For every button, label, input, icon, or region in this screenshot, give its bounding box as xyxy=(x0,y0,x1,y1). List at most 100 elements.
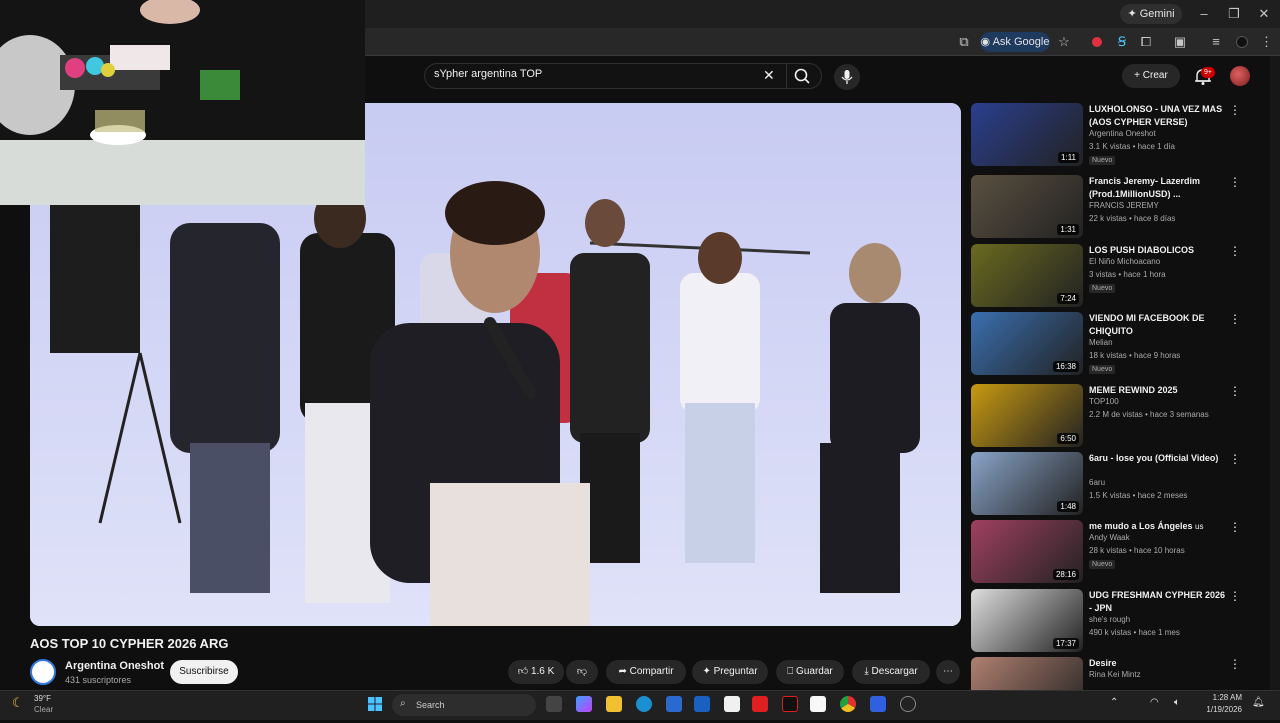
recommendation-channel[interactable]: FRANCIS JEREMY xyxy=(1089,201,1159,210)
wifi-icon[interactable]: ◠ xyxy=(1150,697,1159,708)
clear-search-icon[interactable]: ✕ xyxy=(763,67,777,83)
reading-list-icon[interactable]: ≡ xyxy=(1208,32,1224,52)
recommendation-channel[interactable]: 6aru xyxy=(1089,478,1105,487)
create-label: Crear xyxy=(1142,70,1168,81)
more-vertical-icon[interactable]: ⋮ xyxy=(1229,520,1241,534)
youtube-app-icon[interactable] xyxy=(752,696,768,712)
outlook-icon[interactable] xyxy=(694,696,710,712)
profile-avatar-icon[interactable] xyxy=(1236,36,1248,48)
share-button[interactable]: ➦ Compartir xyxy=(606,660,686,684)
video-thumbnail[interactable]: 1:48 xyxy=(971,452,1083,515)
duration-badge: 7:24 xyxy=(1057,293,1079,304)
recommendation-item[interactable]: 1:11 LUXHOLONSO - UNA VEZ MAS (AOS CYPHER… xyxy=(971,103,1271,169)
video-thumbnail[interactable]: 1:31 xyxy=(971,175,1083,238)
search-icon xyxy=(794,68,810,84)
like-button[interactable]: 👍︎ 1.6 K xyxy=(508,660,564,684)
recommendation-title[interactable]: LUXHOLONSO - UNA VEZ MAS (AOS CYPHER VER… xyxy=(1089,103,1229,129)
save-button[interactable]: ⎕ Guardar xyxy=(776,660,844,684)
close-window-icon[interactable]: ✕ xyxy=(1256,4,1272,24)
app-icon-round[interactable] xyxy=(900,696,916,712)
recommendation-channel[interactable]: Andy Waak xyxy=(1089,533,1130,542)
recommendation-title[interactable]: Francis Jeremy- Lazerdim (Prod.1MillionU… xyxy=(1089,175,1229,201)
video-thumbnail[interactable]: 7:24 xyxy=(971,244,1083,307)
recommendation-channel[interactable]: TOP100 xyxy=(1089,397,1119,406)
chrome-icon[interactable] xyxy=(840,696,856,712)
windows-start-icon[interactable] xyxy=(368,697,382,711)
more-vertical-icon[interactable]: ⋮ xyxy=(1229,175,1241,189)
recommendation-title[interactable]: VIENDO MI FACEBOOK DE CHIQUITO xyxy=(1089,312,1229,338)
clock-time[interactable]: 1:28 AM xyxy=(1208,693,1242,702)
video-thumbnail[interactable]: 28:16 xyxy=(971,520,1083,583)
recommendation-title[interactable]: Desire xyxy=(1089,657,1229,670)
channel-avatar[interactable] xyxy=(30,659,56,685)
roblox-icon[interactable] xyxy=(724,696,740,712)
recommendation-title[interactable]: 6aru - lose you (Official Video) xyxy=(1089,452,1229,465)
recommendation-channel[interactable]: Argentina Oneshot xyxy=(1089,129,1156,138)
more-vertical-icon[interactable]: ⋮ xyxy=(1229,657,1241,671)
download-button[interactable]: ⤓ Descargar xyxy=(852,660,930,684)
weather-temp[interactable]: 39°F xyxy=(34,694,51,703)
file-explorer-icon[interactable] xyxy=(606,696,622,712)
recommendation-item[interactable]: 28:16 me mudo a Los Ángeles us Andy Waak 28… xyxy=(971,520,1271,586)
volume-icon[interactable]: 🔈︎ xyxy=(1174,697,1180,708)
netflix-icon[interactable] xyxy=(782,696,798,712)
recommendation-channel[interactable]: she's rough xyxy=(1089,615,1130,624)
browser-menu-icon[interactable]: ⋮ xyxy=(1260,32,1273,52)
recommendation-title[interactable]: me mudo a Los Ángeles us xyxy=(1089,520,1229,533)
recommendation-channel[interactable]: El Niño Michoacano xyxy=(1089,257,1160,266)
copilot-icon[interactable] xyxy=(576,696,592,712)
search-button[interactable] xyxy=(786,63,822,89)
maximize-icon[interactable]: ❐ xyxy=(1226,4,1242,24)
more-vertical-icon[interactable]: ⋮ xyxy=(1229,384,1241,398)
amazon-icon[interactable] xyxy=(810,696,826,712)
recommendation-title[interactable]: LOS PUSH DIABOLICOS xyxy=(1089,244,1229,257)
recommendation-title[interactable]: MEME REWIND 2025 xyxy=(1089,384,1229,397)
task-view-icon[interactable] xyxy=(546,696,562,712)
more-vertical-icon[interactable]: ⋮ xyxy=(1229,452,1241,466)
extension-record-icon[interactable] xyxy=(1092,37,1102,47)
recommendation-item[interactable]: 17:37 UDG FRESHMAN CYPHER 2026 - JPN she's… xyxy=(971,589,1271,655)
duration-badge: 1:11 xyxy=(1058,152,1079,163)
recommendation-item[interactable]: 7:24 LOS PUSH DIABOLICOS El Niño Michoacan… xyxy=(971,244,1271,310)
notification-bell-icon[interactable]: 🔔︎ xyxy=(1252,697,1265,708)
create-button[interactable]: + Crear xyxy=(1122,64,1180,88)
store-icon[interactable] xyxy=(666,696,682,712)
video-thumbnail[interactable]: 16:38 xyxy=(971,312,1083,375)
voice-search-button[interactable] xyxy=(834,64,860,90)
recommendation-item[interactable]: 1:48 6aru - lose you (Official Video) 6aru… xyxy=(971,452,1271,518)
video-thumbnail[interactable]: 6:50 xyxy=(971,384,1083,447)
ask-button[interactable]: ✦ Preguntar xyxy=(692,660,768,684)
more-actions-button[interactable]: ⋯ xyxy=(936,660,960,684)
recommendation-item[interactable]: 16:38 VIENDO MI FACEBOOK DE CHIQUITO Melia… xyxy=(971,312,1271,378)
more-vertical-icon[interactable]: ⋮ xyxy=(1229,103,1241,117)
recommendation-title-text: LUXHOLONSO - UNA VEZ MAS (AOS CYPHER VER… xyxy=(1089,104,1223,127)
taskbar-search[interactable]: ⌕ Search xyxy=(392,694,536,716)
page-scrollbar[interactable] xyxy=(1270,56,1280,690)
more-vertical-icon[interactable]: ⋮ xyxy=(1229,312,1241,326)
gemini-button[interactable]: ✦ Gemini xyxy=(1120,4,1182,24)
translate-extension-icon[interactable]: Ꞩ xyxy=(1114,32,1130,52)
minimize-icon[interactable]: – xyxy=(1196,4,1212,24)
side-panel-icon[interactable]: ▣ xyxy=(1172,32,1188,52)
recommendation-channel[interactable]: Melian xyxy=(1089,338,1113,347)
install-app-icon[interactable]: ⧉ xyxy=(956,32,972,52)
more-vertical-icon[interactable]: ⋮ xyxy=(1229,589,1241,603)
extensions-puzzle-icon[interactable]: ⧠ xyxy=(1138,32,1154,52)
video-thumbnail[interactable]: 17:37 xyxy=(971,589,1083,652)
chevron-up-icon[interactable]: ⌃ xyxy=(1110,697,1118,708)
user-avatar[interactable] xyxy=(1230,66,1250,86)
new-badge: Nuevo xyxy=(1089,560,1116,569)
edge-icon[interactable] xyxy=(636,696,652,712)
bookmark-star-icon[interactable]: ☆ xyxy=(1056,32,1072,52)
channel-name[interactable]: Argentina Oneshot xyxy=(65,660,164,672)
video-thumbnail[interactable]: 1:11 xyxy=(971,103,1083,166)
app-icon[interactable] xyxy=(870,696,886,712)
more-vertical-icon[interactable]: ⋮ xyxy=(1229,244,1241,258)
ask-google-button[interactable]: ◉ Ask Google xyxy=(980,32,1050,52)
recommendation-channel[interactable]: Rina Kei Mintz xyxy=(1089,670,1141,679)
recommendation-title[interactable]: UDG FRESHMAN CYPHER 2026 - JPN xyxy=(1089,589,1229,615)
recommendation-item[interactable]: 1:31 Francis Jeremy- Lazerdim (Prod.1Mill… xyxy=(971,175,1271,241)
dislike-button[interactable]: 👎︎ xyxy=(566,660,598,684)
recommendation-item[interactable]: 6:50 MEME REWIND 2025 TOP100 2.2 M de vista… xyxy=(971,384,1271,450)
subscribe-button[interactable]: Suscribirse xyxy=(170,660,238,684)
